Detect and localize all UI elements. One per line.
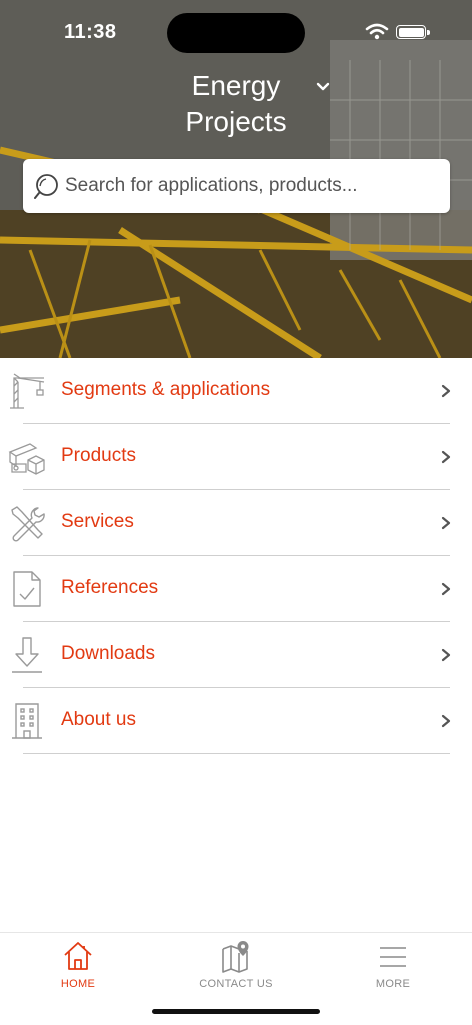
menu-item-label: About us xyxy=(61,709,136,730)
menu-item-services[interactable]: Services xyxy=(0,490,472,556)
tab-label: HOME xyxy=(60,978,96,990)
search-icon xyxy=(34,174,58,199)
menu-item-products[interactable]: Products xyxy=(0,424,472,490)
menu-item-label: Segments & applications xyxy=(61,379,271,400)
hero-banner: 11:38 Energy Projects xyxy=(0,0,472,358)
building-icon xyxy=(12,703,42,739)
dynamic-island xyxy=(167,13,305,53)
search-input[interactable] xyxy=(65,171,435,201)
download-icon xyxy=(12,637,42,673)
menu-item-label: References xyxy=(61,577,159,598)
divider xyxy=(23,753,450,754)
site-selector[interactable]: Energy Projects xyxy=(150,68,322,140)
chevron-right-icon xyxy=(441,648,451,662)
home-icon xyxy=(64,942,92,970)
status-time: 11:38 xyxy=(64,21,117,43)
main-menu: Segments & applications Products Service… xyxy=(0,358,472,754)
menu-item-downloads[interactable]: Downloads xyxy=(0,622,472,688)
menu-item-about-us[interactable]: About us xyxy=(0,688,472,754)
tab-contact-us[interactable]: CONTACT US xyxy=(176,939,296,990)
tools-icon xyxy=(11,506,45,542)
menu-item-label: Downloads xyxy=(61,643,155,664)
chevron-right-icon xyxy=(441,714,451,728)
page-title-line2: Projects xyxy=(185,106,287,137)
tab-more[interactable]: MORE xyxy=(333,939,453,990)
chevron-right-icon xyxy=(441,516,451,530)
menu-item-label: Services xyxy=(61,511,134,532)
tab-label: MORE xyxy=(375,978,411,990)
menu-item-segments[interactable]: Segments & applications xyxy=(0,358,472,424)
tab-home[interactable]: HOME xyxy=(18,939,138,990)
home-indicator xyxy=(152,1009,320,1014)
hamburger-menu-icon xyxy=(380,947,406,967)
map-pin-icon xyxy=(222,941,249,973)
search-bar[interactable] xyxy=(23,159,450,213)
wifi-icon xyxy=(365,23,389,40)
chevron-right-icon xyxy=(441,582,451,596)
document-check-icon xyxy=(13,571,41,607)
chevron-right-icon xyxy=(441,384,451,398)
status-bar: 11:38 xyxy=(0,0,472,64)
menu-item-label: Products xyxy=(61,445,136,466)
chevron-right-icon xyxy=(441,450,451,464)
battery-icon xyxy=(396,25,430,39)
products-icon xyxy=(8,443,45,475)
chevron-down-icon[interactable] xyxy=(315,80,331,94)
menu-item-references[interactable]: References xyxy=(0,556,472,622)
crane-icon xyxy=(10,373,45,409)
page-title-line1: Energy xyxy=(191,70,281,101)
tab-label: CONTACT US xyxy=(199,978,273,990)
